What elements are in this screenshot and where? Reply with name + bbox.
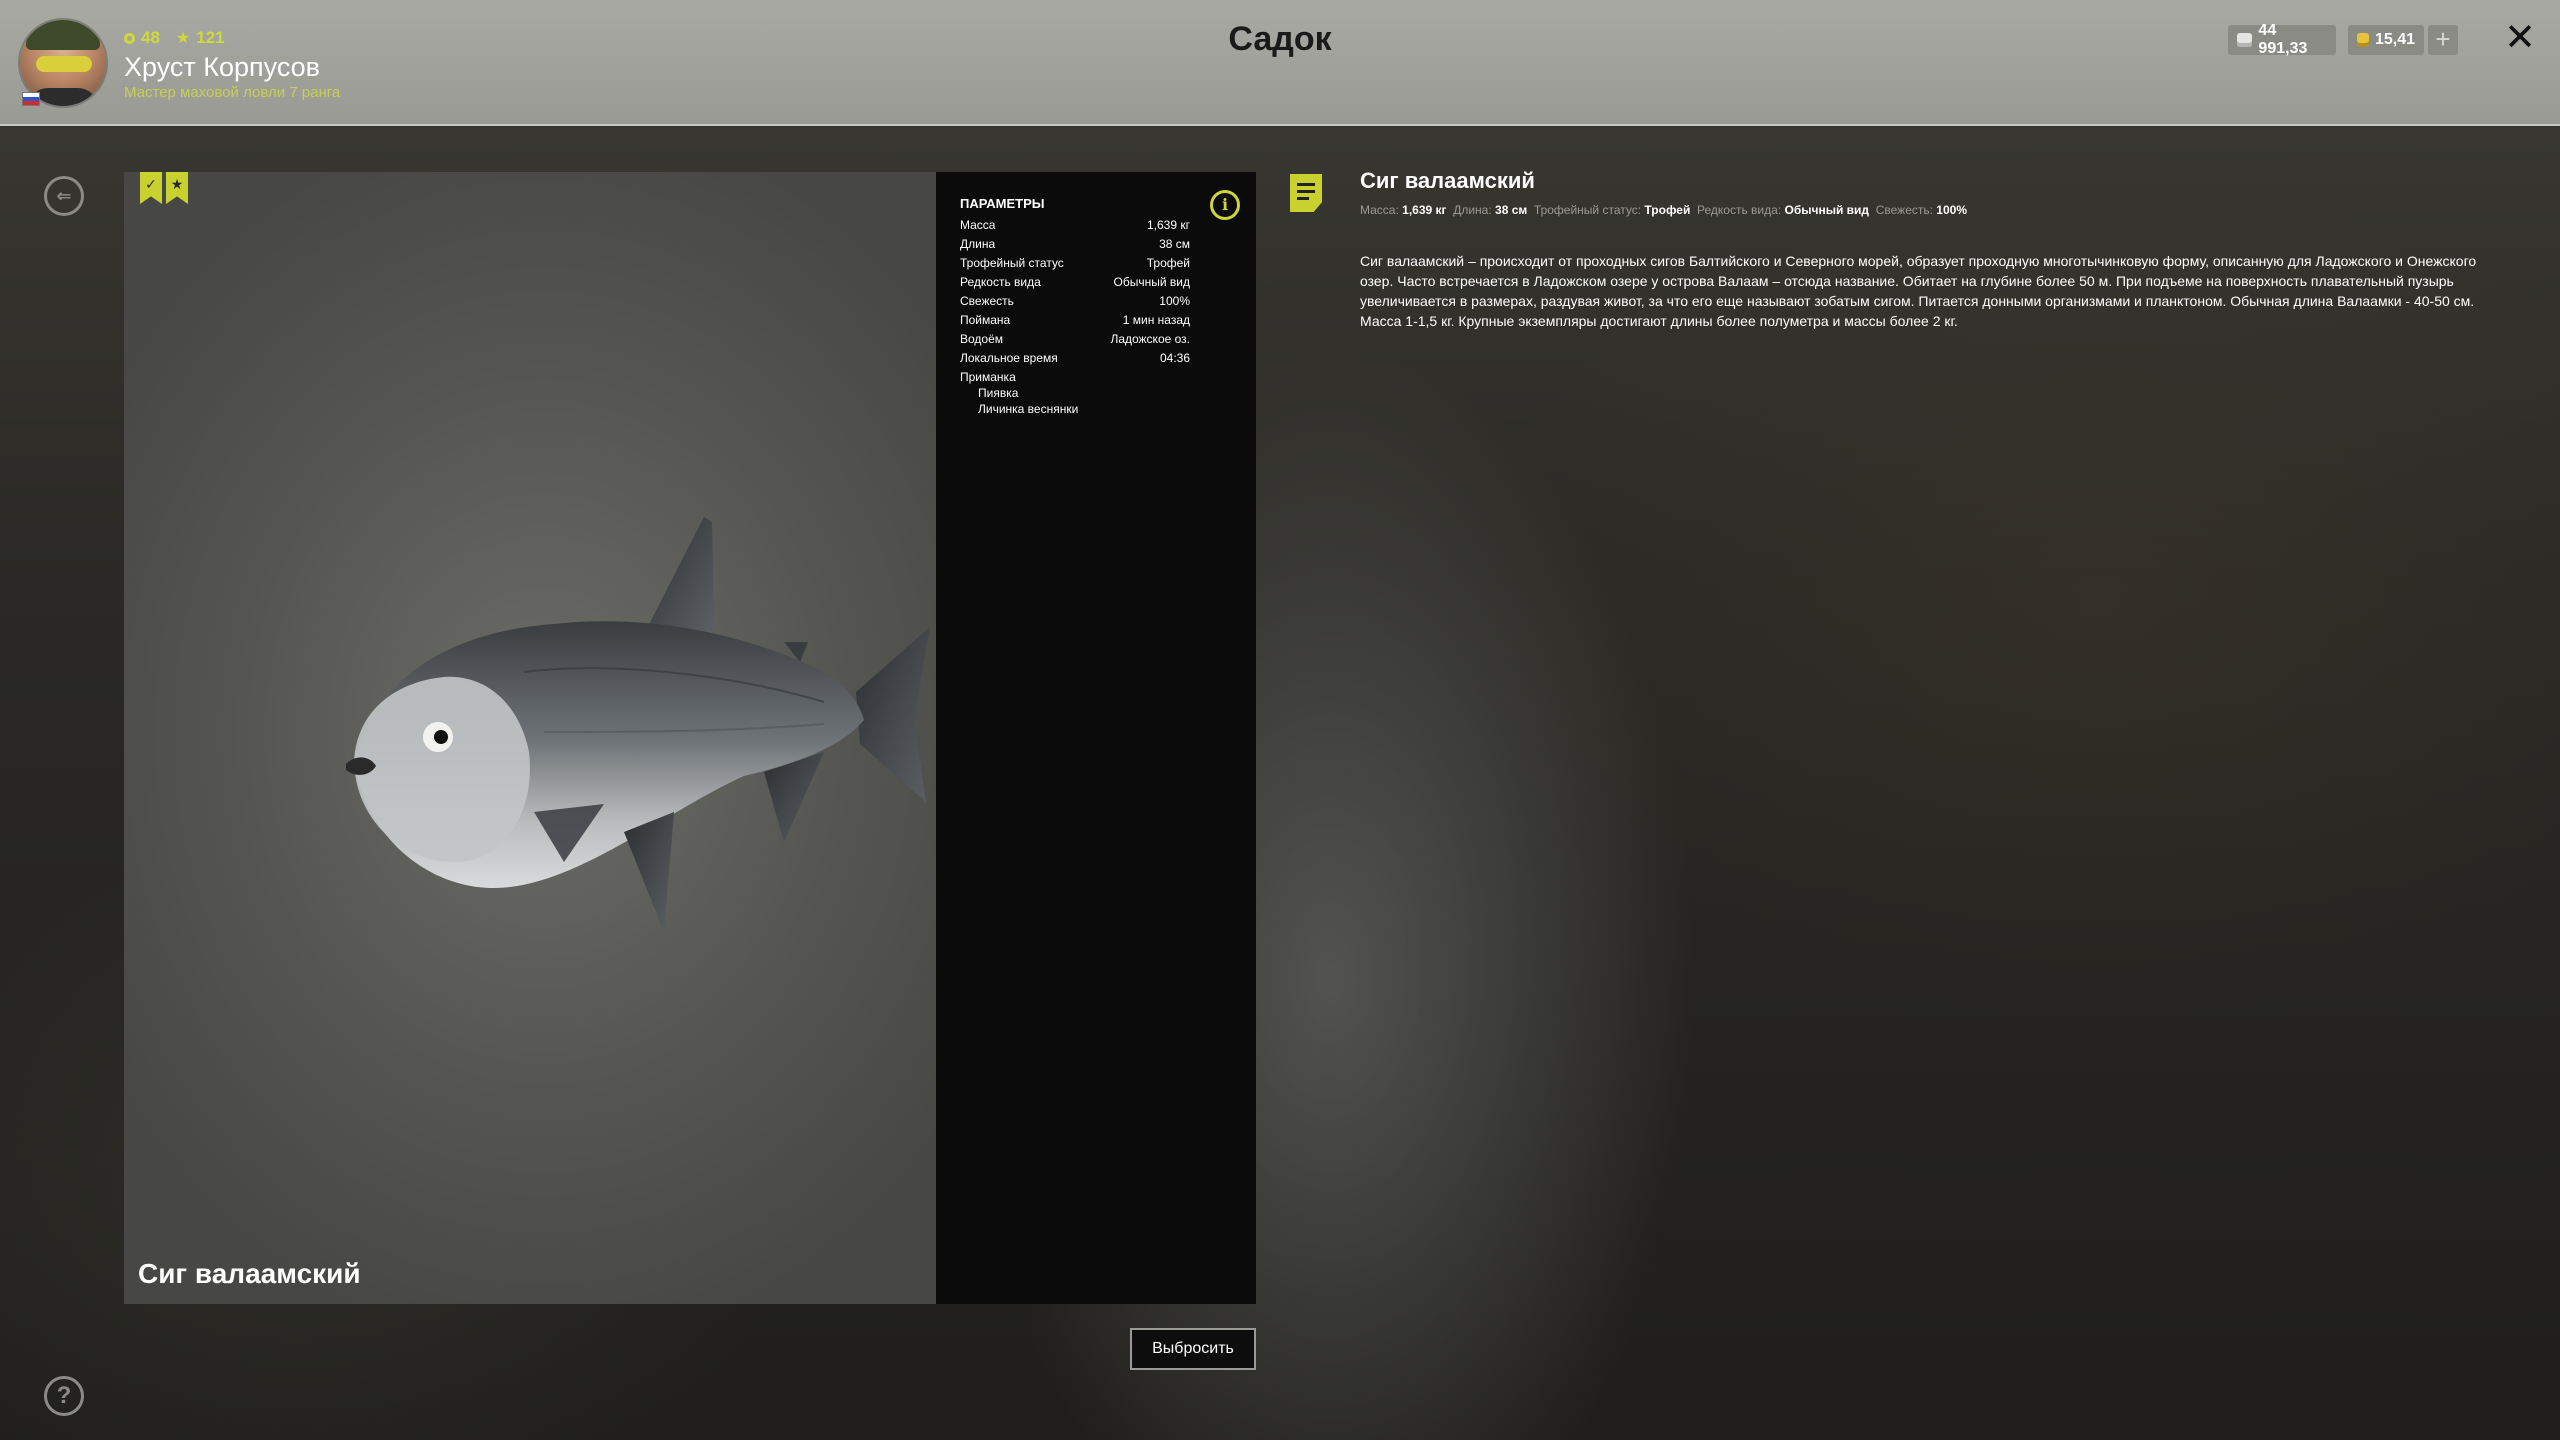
fish-name-label: Сиг валаамский	[138, 1258, 361, 1289]
bait-item: Пиявка	[978, 386, 1019, 400]
param-value: 04:36	[1159, 351, 1190, 365]
param-row-length: Длина 38 см	[960, 237, 1190, 256]
param-value: Трофей	[1146, 256, 1190, 270]
param-row-caught: Поймана 1 мин назад	[960, 313, 1190, 332]
player-stats: 48 ★ 121	[124, 28, 225, 48]
silver-balance[interactable]: 44 991,33	[2228, 22, 2336, 57]
level-ring-icon	[124, 32, 135, 44]
param-row-rarity: Редкость вида Обычный вид	[960, 275, 1190, 294]
fish-head	[354, 676, 530, 862]
param-value: 1 мин назад	[1122, 313, 1190, 327]
params-title: ПАРАМЕТРЫ	[960, 196, 1045, 211]
meta-value: Трофей	[1644, 203, 1691, 217]
meta-label: Редкость вида:	[1697, 203, 1782, 217]
player-rank: Мастер маховой ловли 7 ранга	[124, 84, 341, 101]
meta-value: Обычный вид	[1784, 203, 1870, 217]
param-row-mass: Масса 1,639 кг	[960, 218, 1190, 237]
meta-label: Свежесть:	[1875, 203, 1933, 217]
param-value: 38 см	[1159, 237, 1190, 251]
release-button[interactable]: Выбросить	[1130, 1328, 1256, 1370]
pelvic-fin	[624, 812, 674, 932]
param-value: 100%	[1159, 294, 1190, 308]
player-stars: 121	[196, 28, 225, 47]
param-row-time: Локальное время 04:36	[960, 351, 1190, 370]
checked-badge-icon: ✓	[140, 172, 162, 204]
param-value: Обычный вид	[1113, 275, 1190, 289]
info-icon[interactable]: i	[1210, 190, 1240, 220]
player-name: Хруст Корпусов	[124, 52, 321, 82]
gold-balance[interactable]: 15,41	[2348, 25, 2424, 55]
star-icon: ★	[175, 30, 191, 47]
params-panel: ПАРАМЕТРЫ i Масса 1,639 кг Длина 38 см Т…	[936, 172, 1256, 1304]
param-label: Трофейный статус	[960, 256, 1064, 270]
page-title: Садок	[1228, 20, 1332, 58]
meta-value: 100%	[1936, 203, 1967, 217]
gold-amount: 15,41	[2374, 31, 2415, 48]
bait-item: Личинка веснянки	[978, 402, 1079, 416]
avatar-glasses	[36, 56, 92, 72]
trophy-badges: ✓ ★	[140, 172, 188, 204]
param-row-water: Водоём Ладожское оз.	[960, 332, 1190, 351]
note-icon	[1290, 174, 1322, 212]
back-arrow-icon[interactable]: ⇐	[44, 176, 84, 216]
param-value: Ладожское оз.	[1110, 332, 1190, 346]
tail-fin	[856, 627, 930, 802]
meta-label: Трофейный статус:	[1533, 203, 1642, 217]
close-icon[interactable]: ✕	[2502, 19, 2538, 57]
add-currency-button[interactable]: +	[2428, 25, 2458, 55]
param-label: Локальное время	[960, 351, 1058, 365]
param-label: Редкость вида	[960, 275, 1041, 289]
param-label: Длина	[960, 237, 996, 251]
player-level: 48	[141, 28, 160, 47]
star-badge-icon: ★	[166, 172, 188, 204]
dorsal-fin	[644, 517, 714, 634]
russia-flag-icon	[22, 92, 40, 106]
fish-image	[346, 517, 930, 932]
question-icon[interactable]: ?	[44, 1376, 84, 1416]
description-meta: Масса: 1,639 кг Длина: 38 см Трофейный с…	[1360, 203, 1967, 217]
top-bar: 48 ★ 121 Хруст Корпусов Мастер маховой л…	[0, 0, 2560, 126]
param-label: Водоём	[960, 332, 1004, 346]
param-label: Приманка	[960, 370, 1016, 384]
silver-amount: 44 991,33	[2258, 22, 2308, 57]
meta-label: Масса:	[1360, 203, 1399, 217]
meta-value: 1,639 кг	[1402, 203, 1447, 217]
param-row-trophy: Трофейный статус Трофей	[960, 256, 1190, 275]
avatar-cap	[26, 20, 100, 50]
fish-pupil	[434, 730, 448, 744]
param-label: Свежесть	[960, 294, 1014, 308]
meta-value: 38 см	[1495, 203, 1528, 217]
silver-coin-icon	[2237, 33, 2253, 47]
meta-label: Длина:	[1453, 203, 1492, 217]
param-row-freshness: Свежесть 100%	[960, 294, 1190, 313]
param-label: Поймана	[960, 313, 1011, 327]
param-value: 1,639 кг	[1147, 218, 1190, 232]
gold-coin-icon	[2357, 33, 2369, 47]
fish-viewer[interactable]: ✓ ★ Сиг валаамский	[124, 172, 936, 1304]
param-label: Масса	[960, 218, 996, 232]
description-title: Сиг валаамский	[1360, 168, 1535, 193]
description-text: Сиг валаамский – происходит от проходных…	[1360, 253, 2477, 329]
